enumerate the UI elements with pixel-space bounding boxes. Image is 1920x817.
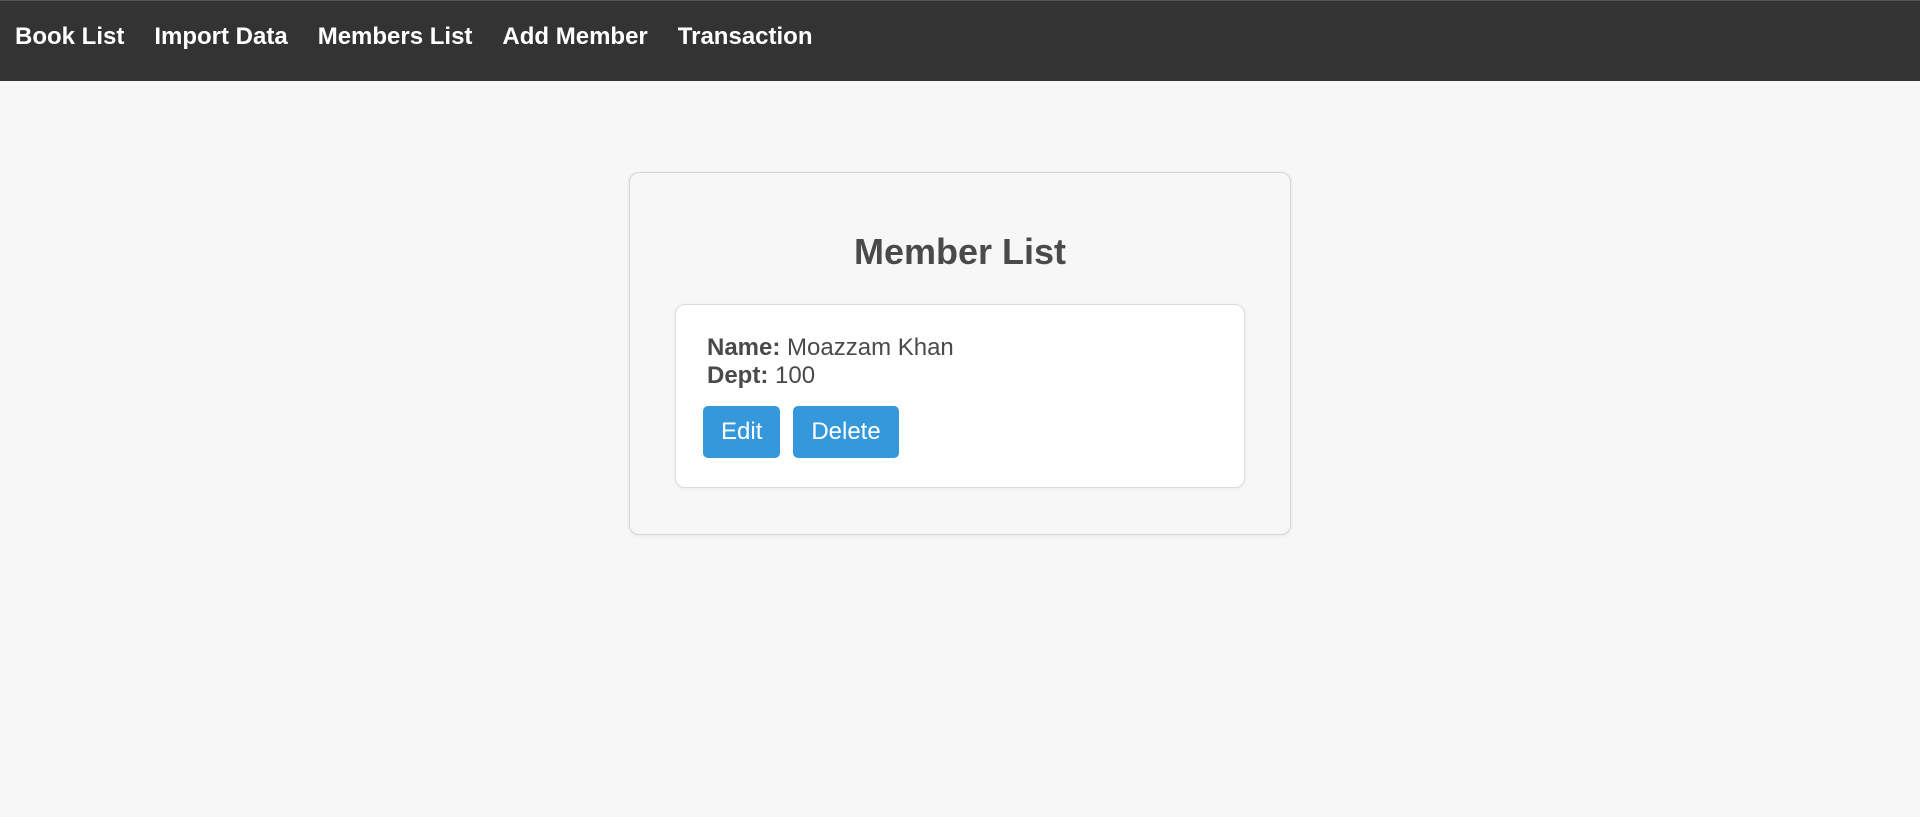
name-label: Name: bbox=[707, 334, 788, 361]
edit-button[interactable]: Edit bbox=[703, 406, 780, 458]
dept-label: Dept: bbox=[707, 362, 775, 389]
page-title: Member List bbox=[853, 231, 1067, 272]
nav-link-import-data[interactable]: Import Data bbox=[154, 23, 287, 51]
member-list-panel: Member List Name: Moazzam Khan Dept: 100… bbox=[629, 172, 1291, 535]
nav-link-add-member[interactable]: Add Member bbox=[502, 23, 647, 51]
member-dept-row: Dept: 100 bbox=[707, 362, 815, 390]
member-card: Name: Moazzam Khan Dept: 100 Edit Delete bbox=[675, 304, 1245, 488]
member-dept: 100 bbox=[775, 362, 816, 389]
nav-link-book-list[interactable]: Book List bbox=[15, 23, 124, 51]
top-navbar: Book List Import Data Members List Add M… bbox=[0, 0, 1920, 81]
nav-link-members-list[interactable]: Members List bbox=[318, 23, 473, 51]
delete-button[interactable]: Delete bbox=[793, 406, 899, 458]
member-name-row: Name: Moazzam Khan bbox=[707, 334, 954, 362]
nav-link-transaction[interactable]: Transaction bbox=[678, 23, 813, 51]
member-name: Moazzam Khan bbox=[787, 334, 954, 361]
